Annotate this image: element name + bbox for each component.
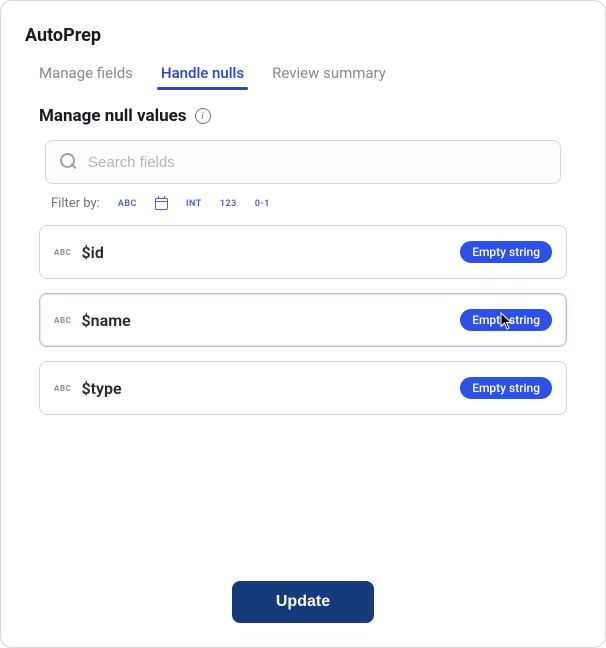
field-row-name[interactable]: ABC $name Empty string — [39, 293, 567, 347]
tab-handle-nulls[interactable]: Handle nulls — [161, 64, 244, 88]
filter-chip-int[interactable]: INT — [186, 199, 202, 209]
tabs: Manage fields Handle nulls Review summar… — [21, 64, 585, 88]
field-name: $name — [82, 311, 451, 330]
filter-chip-01[interactable]: 0-1 — [255, 199, 270, 209]
type-badge: ABC — [54, 248, 72, 257]
tab-manage-fields[interactable]: Manage fields — [39, 64, 133, 88]
footer: Update — [21, 557, 585, 623]
search-input[interactable] — [88, 154, 546, 171]
null-action-pill[interactable]: Empty string — [460, 241, 552, 263]
field-row-id[interactable]: ABC $id Empty string — [39, 225, 567, 279]
field-row-type[interactable]: ABC $type Empty string — [39, 361, 567, 415]
type-badge: ABC — [54, 316, 72, 325]
section-header: Manage null values i — [39, 106, 585, 126]
section-title: Manage null values — [39, 106, 187, 126]
app-title: AutoPrep — [25, 25, 585, 46]
null-action-pill[interactable]: Empty string — [460, 309, 552, 331]
search-field-wrap[interactable] — [45, 140, 561, 184]
filter-row: Filter by: ABC INT 123 0-1 — [51, 196, 585, 211]
filter-label: Filter by: — [51, 196, 100, 211]
filter-chip-abc[interactable]: ABC — [118, 199, 137, 209]
null-action-pill[interactable]: Empty string — [460, 377, 552, 399]
filter-chip-date[interactable] — [155, 198, 168, 210]
tab-review-summary[interactable]: Review summary — [272, 64, 386, 88]
app-frame: AutoPrep Manage fields Handle nulls Revi… — [0, 0, 606, 648]
field-name: $id — [82, 243, 451, 262]
field-name: $type — [82, 379, 451, 398]
filter-chip-123[interactable]: 123 — [220, 199, 237, 209]
search-icon — [60, 153, 78, 171]
update-button[interactable]: Update — [232, 581, 374, 623]
fields-list: ABC $id Empty string ABC $name Empty str… — [39, 225, 567, 415]
type-badge: ABC — [54, 384, 72, 393]
info-icon[interactable]: i — [195, 108, 211, 124]
